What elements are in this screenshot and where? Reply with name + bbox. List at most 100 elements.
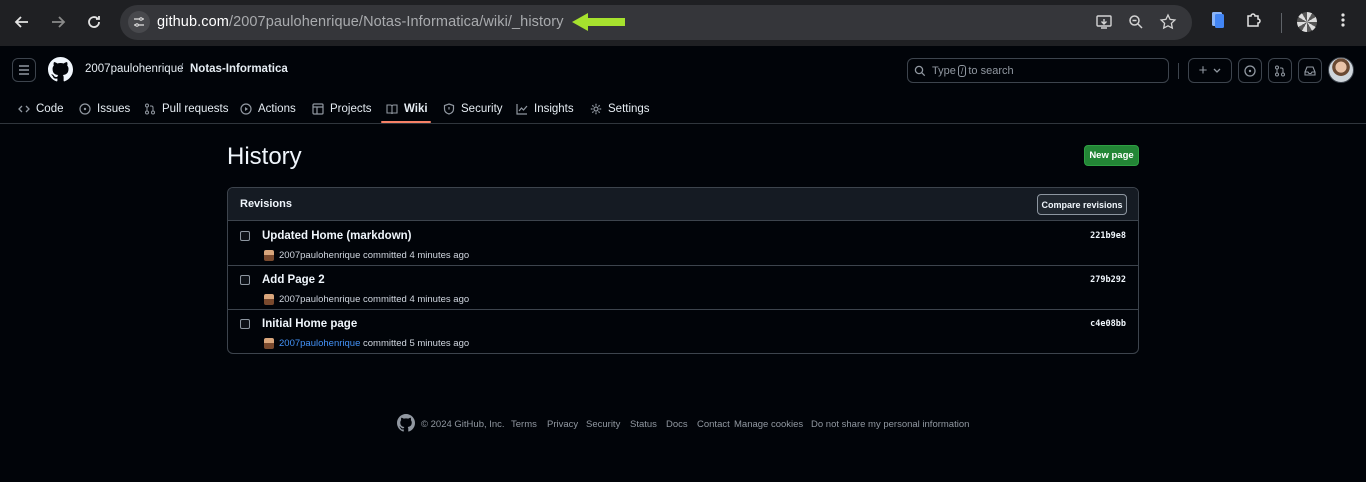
search-placeholder-prefix: Type xyxy=(932,64,956,77)
address-bar[interactable]: github.com/2007paulohenrique/Notas-Infor… xyxy=(120,5,1192,40)
author-avatar[interactable] xyxy=(264,294,274,305)
breadcrumb-repo[interactable]: Notas-Informatica xyxy=(190,63,288,75)
issue-icon xyxy=(1244,64,1256,77)
site-info-button[interactable] xyxy=(128,11,150,33)
hamburger-icon xyxy=(19,65,29,75)
new-page-button[interactable]: New page xyxy=(1084,145,1139,166)
author-avatar[interactable] xyxy=(264,250,274,261)
revision-time: committed 4 minutes ago xyxy=(363,294,470,305)
revision-checkbox[interactable] xyxy=(240,231,250,241)
revision-row: Updated Home (markdown) 2007paulohenriqu… xyxy=(228,222,1138,266)
url-text[interactable]: github.com/2007paulohenrique/Notas-Infor… xyxy=(157,14,564,30)
tab-issues[interactable]: Issues xyxy=(79,94,130,124)
tab-projects-label: Projects xyxy=(330,103,372,115)
revisions-header: Revisions Compare revisions xyxy=(228,188,1138,221)
author-avatar[interactable] xyxy=(264,338,274,349)
search-shortcut-key: / xyxy=(957,64,967,77)
footer-link-security[interactable]: Security xyxy=(586,419,620,430)
install-app-icon[interactable] xyxy=(1095,13,1113,31)
revision-title[interactable]: Updated Home (markdown) xyxy=(262,230,412,242)
inbox-button[interactable] xyxy=(1298,58,1322,83)
repo-header: 2007paulohenrique / Notas-Informatica Ty… xyxy=(0,46,1366,124)
extensions-puzzle-icon[interactable] xyxy=(1245,11,1263,29)
tab-pull-requests-label: Pull requests xyxy=(162,103,229,115)
footer-link-status[interactable]: Status xyxy=(630,419,657,430)
search-icon xyxy=(914,65,926,76)
revision-checkbox[interactable] xyxy=(240,319,250,329)
user-avatar[interactable] xyxy=(1328,57,1354,83)
footer-link-privacy[interactable]: Privacy xyxy=(547,419,578,430)
footer-link-contact[interactable]: Contact xyxy=(697,419,730,430)
reload-button[interactable] xyxy=(82,10,106,34)
tab-insights-label: Insights xyxy=(534,103,574,115)
revision-meta: 2007paulohenrique committed 5 minutes ag… xyxy=(279,338,469,349)
github-footer-logo-icon[interactable] xyxy=(397,414,415,432)
tab-wiki[interactable]: Wiki xyxy=(386,94,428,124)
shield-icon xyxy=(443,103,455,115)
reload-icon xyxy=(88,16,100,28)
tab-security-label: Security xyxy=(461,103,503,115)
footer-link-manage-cookies[interactable]: Manage cookies xyxy=(734,419,803,430)
revision-author[interactable]: 2007paulohenrique xyxy=(279,294,360,305)
menu-button[interactable] xyxy=(12,58,36,82)
profile-avatar-icon[interactable] xyxy=(1297,12,1317,32)
forward-arrow-icon xyxy=(52,16,66,28)
zoom-icon[interactable] xyxy=(1127,13,1145,31)
create-new-button[interactable]: + xyxy=(1188,58,1232,83)
revision-title[interactable]: Initial Home page xyxy=(262,318,357,330)
pull-requests-button[interactable] xyxy=(1268,58,1292,83)
revisions-box: Revisions Compare revisions Updated Home… xyxy=(227,187,1139,354)
annotation-arrow-icon xyxy=(572,13,625,31)
revision-author[interactable]: 2007paulohenrique xyxy=(279,250,360,261)
book-icon xyxy=(386,104,398,115)
revision-row: Add Page 2 2007paulohenrique committed 4… xyxy=(228,266,1138,310)
graph-icon xyxy=(516,104,528,115)
pull-request-icon xyxy=(145,103,155,115)
issue-icon xyxy=(79,103,91,115)
tab-pull-requests[interactable]: Pull requests xyxy=(144,94,228,124)
back-button[interactable] xyxy=(10,10,34,34)
gear-icon xyxy=(590,103,602,115)
table-icon xyxy=(312,103,324,115)
revision-meta: 2007paulohenrique committed 4 minutes ag… xyxy=(279,250,469,261)
revision-sha[interactable]: 221b9e8 xyxy=(1090,231,1126,241)
tab-settings-label: Settings xyxy=(608,103,650,115)
bookmark-star-icon[interactable] xyxy=(1159,13,1177,31)
tab-security[interactable]: Security xyxy=(443,94,503,124)
search-input[interactable]: Type / to search xyxy=(907,58,1169,83)
page-title: History xyxy=(227,143,302,170)
footer-link-do-not-share[interactable]: Do not share my personal information xyxy=(811,419,969,430)
tab-insights[interactable]: Insights xyxy=(516,94,574,124)
search-placeholder-suffix: to search xyxy=(968,64,1014,77)
browser-menu-icon[interactable] xyxy=(1337,11,1349,29)
inbox-icon xyxy=(1304,65,1316,76)
revision-time: committed 4 minutes ago xyxy=(363,250,470,261)
github-logo-icon[interactable] xyxy=(48,57,73,82)
url-host: github.com xyxy=(157,14,229,30)
tab-code[interactable]: Code xyxy=(18,94,64,124)
active-tab-indicator xyxy=(381,121,431,123)
tab-issues-label: Issues xyxy=(97,103,131,115)
toolbar-divider xyxy=(1281,13,1282,33)
revision-author[interactable]: 2007paulohenrique xyxy=(279,338,360,349)
revision-sha[interactable]: 279b292 xyxy=(1090,275,1126,285)
footer-copyright: © 2024 GitHub, Inc. xyxy=(421,419,505,430)
tab-settings[interactable]: Settings xyxy=(590,94,650,124)
revision-sha[interactable]: c4e08bb xyxy=(1090,319,1126,329)
tab-actions[interactable]: Actions xyxy=(240,94,296,124)
revision-title[interactable]: Add Page 2 xyxy=(262,274,325,286)
tab-code-label: Code xyxy=(36,103,64,115)
forward-button[interactable] xyxy=(46,10,70,34)
footer-link-terms[interactable]: Terms xyxy=(511,419,537,430)
play-icon xyxy=(240,103,252,115)
back-arrow-icon xyxy=(14,16,28,28)
plus-icon: + xyxy=(1198,62,1208,79)
extension-docs-icon[interactable] xyxy=(1210,11,1226,29)
revision-checkbox[interactable] xyxy=(240,275,250,285)
footer-link-docs[interactable]: Docs xyxy=(666,419,688,430)
issues-button[interactable] xyxy=(1238,58,1262,83)
revisions-heading: Revisions xyxy=(240,198,292,210)
compare-revisions-button[interactable]: Compare revisions xyxy=(1037,194,1127,215)
breadcrumb-owner[interactable]: 2007paulohenrique xyxy=(85,63,183,75)
tab-projects[interactable]: Projects xyxy=(312,94,372,124)
